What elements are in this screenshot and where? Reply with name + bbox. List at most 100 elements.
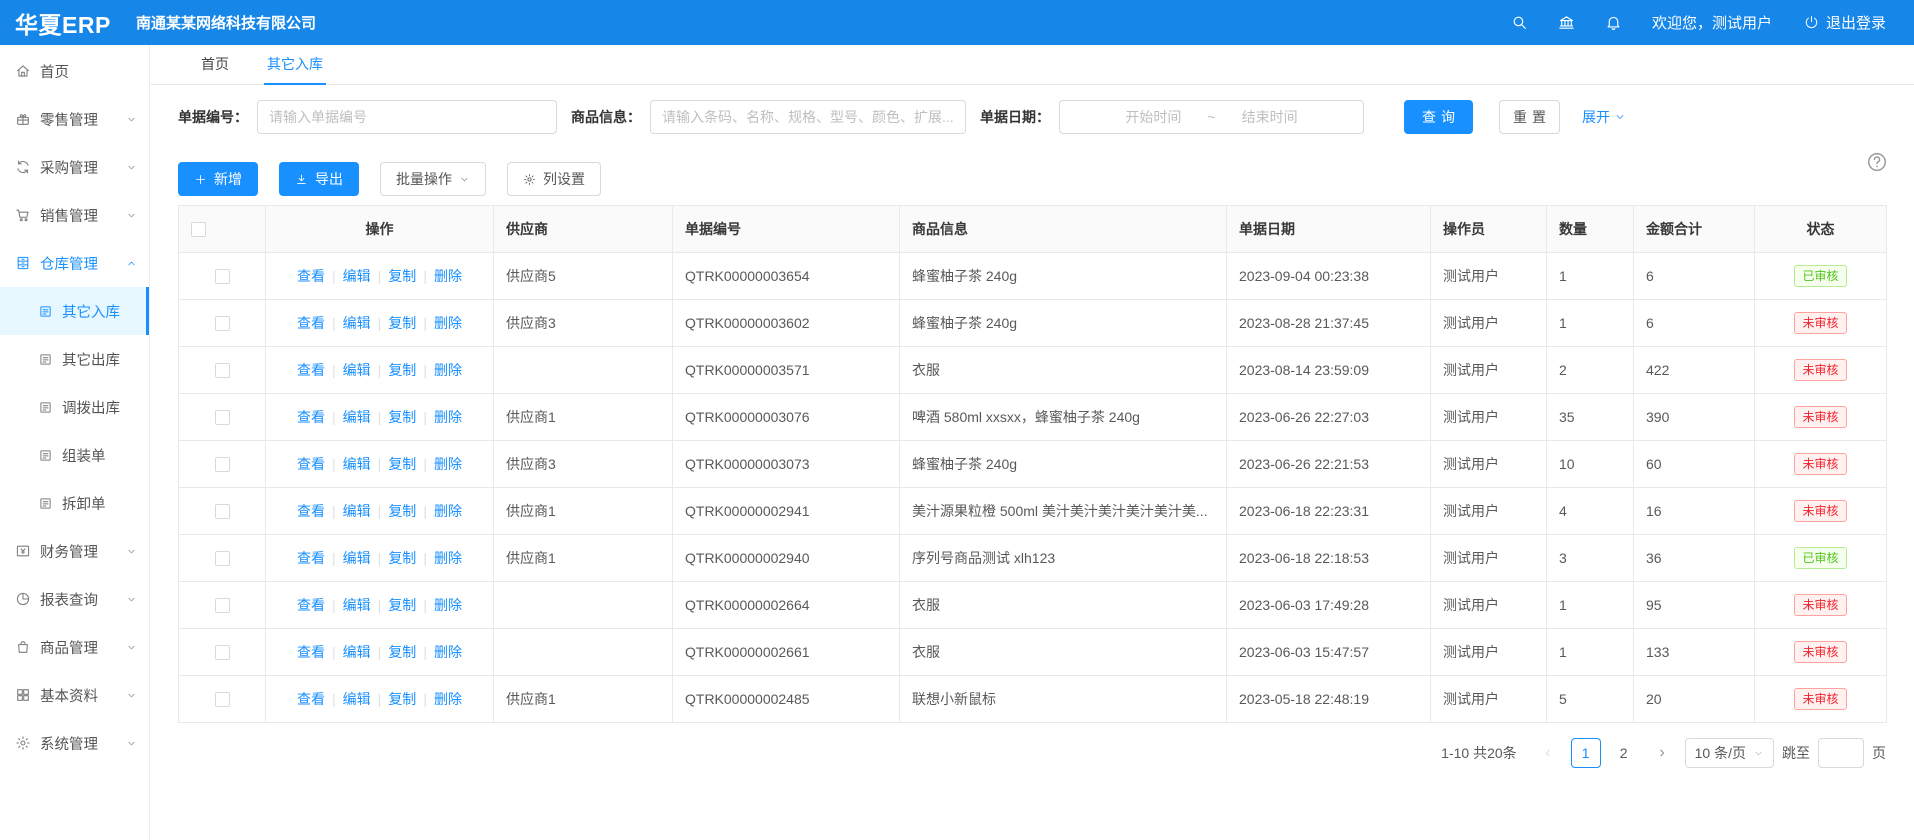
row-action-edit[interactable]: 编辑 [343, 644, 371, 660]
question-icon[interactable] [1866, 151, 1888, 173]
sidebar-item-disassembly[interactable]: 拆卸单 [0, 479, 149, 527]
material-input[interactable] [650, 100, 966, 134]
bell-icon[interactable] [1605, 14, 1622, 31]
row-action-view[interactable]: 查看 [297, 315, 325, 331]
row-action-copy[interactable]: 复制 [388, 409, 416, 425]
row-action-edit[interactable]: 编辑 [343, 362, 371, 378]
row-action-copy[interactable]: 复制 [388, 550, 416, 566]
sidebar-item-goods[interactable]: 商品管理 [0, 623, 149, 671]
sidebar-item-label: 销售管理 [40, 205, 98, 226]
bank-icon[interactable] [1558, 14, 1575, 31]
row-action-delete[interactable]: 删除 [434, 409, 462, 425]
row-action-copy[interactable]: 复制 [388, 362, 416, 378]
row-action-view[interactable]: 查看 [297, 409, 325, 425]
page-size-select[interactable]: 10 条/页 [1685, 738, 1774, 768]
row-action-view[interactable]: 查看 [297, 503, 325, 519]
row-action-edit[interactable]: 编辑 [343, 503, 371, 519]
batch-actions-button[interactable]: 批量操作 [380, 162, 486, 196]
row-checkbox[interactable] [215, 363, 230, 378]
row-action-edit[interactable]: 编辑 [343, 268, 371, 284]
row-action-view[interactable]: 查看 [297, 268, 325, 284]
row-action-edit[interactable]: 编辑 [343, 550, 371, 566]
bill-no-input[interactable] [257, 100, 557, 134]
row-checkbox[interactable] [215, 504, 230, 519]
row-action-delete[interactable]: 删除 [434, 691, 462, 707]
row-checkbox[interactable] [215, 410, 230, 425]
row-action-delete[interactable]: 删除 [434, 456, 462, 472]
row-action-delete[interactable]: 删除 [434, 362, 462, 378]
tab-home[interactable]: 首页 [198, 45, 232, 85]
row-action-edit[interactable]: 编辑 [343, 691, 371, 707]
row-action-delete[interactable]: 删除 [434, 597, 462, 613]
reset-button[interactable]: 重置 [1499, 100, 1560, 134]
row-action-view[interactable]: 查看 [297, 644, 325, 660]
row-action-copy[interactable]: 复制 [388, 315, 416, 331]
sidebar-item-system[interactable]: 系统管理 [0, 719, 149, 767]
table-row: 查看|编辑|复制|删除供应商1QTRK00000003076啤酒 580ml x… [179, 394, 1887, 441]
cell-actions: 查看|编辑|复制|删除 [266, 441, 494, 488]
sidebar-item-sales[interactable]: 销售管理 [0, 191, 149, 239]
row-action-copy[interactable]: 复制 [388, 503, 416, 519]
row-action-view[interactable]: 查看 [297, 550, 325, 566]
row-checkbox[interactable] [215, 692, 230, 707]
search-button[interactable]: 查询 [1404, 100, 1473, 134]
date-range-input[interactable]: 开始时间 ~ 结束时间 [1059, 100, 1364, 134]
row-checkbox[interactable] [215, 269, 230, 284]
expand-link[interactable]: 展开 [1582, 107, 1626, 127]
sidebar-item-warehouse[interactable]: 仓库管理 [0, 239, 149, 287]
row-action-delete[interactable]: 删除 [434, 315, 462, 331]
column-settings-button[interactable]: 列设置 [507, 162, 601, 196]
page-button-1[interactable]: 1 [1571, 738, 1601, 768]
row-action-delete[interactable]: 删除 [434, 268, 462, 284]
table-row: 查看|编辑|复制|删除QTRK00000003571衣服2023-08-14 2… [179, 347, 1887, 394]
tab-other-inbound[interactable]: 其它入库 [264, 45, 326, 85]
row-action-edit[interactable]: 编辑 [343, 409, 371, 425]
row-checkbox[interactable] [215, 316, 230, 331]
row-checkbox[interactable] [215, 457, 230, 472]
row-action-edit[interactable]: 编辑 [343, 597, 371, 613]
sidebar-item-allocation-outbound[interactable]: 调拨出库 [0, 383, 149, 431]
row-action-view[interactable]: 查看 [297, 456, 325, 472]
cell-product: 啤酒 580ml xxsxx，蜂蜜柚子茶 240g [900, 394, 1227, 441]
sidebar-item-other-inbound[interactable]: 其它入库 [0, 287, 149, 335]
sidebar-item-assembly[interactable]: 组装单 [0, 431, 149, 479]
row-action-view[interactable]: 查看 [297, 362, 325, 378]
sidebar-item-retail[interactable]: 零售管理 [0, 95, 149, 143]
row-checkbox[interactable] [215, 551, 230, 566]
row-checkbox[interactable] [215, 645, 230, 660]
row-action-delete[interactable]: 删除 [434, 550, 462, 566]
sidebar-item-report[interactable]: 报表查询 [0, 575, 149, 623]
sidebar-item-home[interactable]: 首页 [0, 47, 149, 95]
row-action-copy[interactable]: 复制 [388, 456, 416, 472]
jump-page-input[interactable] [1818, 738, 1864, 768]
row-action-edit[interactable]: 编辑 [343, 456, 371, 472]
row-action-copy[interactable]: 复制 [388, 691, 416, 707]
row-action-copy[interactable]: 复制 [388, 268, 416, 284]
cell-operator: 测试用户 [1431, 300, 1547, 347]
cell-amount: 60 [1634, 441, 1755, 488]
page-button-2[interactable]: 2 [1609, 738, 1639, 768]
row-action-copy[interactable]: 复制 [388, 597, 416, 613]
sidebar-item-basic[interactable]: 基本资料 [0, 671, 149, 719]
select-all-checkbox[interactable] [191, 222, 206, 237]
row-action-edit[interactable]: 编辑 [343, 315, 371, 331]
add-button[interactable]: 新增 [178, 162, 258, 196]
row-action-copy[interactable]: 复制 [388, 644, 416, 660]
cell-status: 已审核 [1755, 253, 1887, 300]
row-action-view[interactable]: 查看 [297, 691, 325, 707]
row-action-delete[interactable]: 删除 [434, 503, 462, 519]
export-button[interactable]: 导出 [279, 162, 359, 196]
prev-page-button[interactable] [1533, 738, 1563, 768]
sidebar-item-finance[interactable]: 财务管理 [0, 527, 149, 575]
row-checkbox[interactable] [215, 598, 230, 613]
sidebar-item-other-outbound[interactable]: 其它出库 [0, 335, 149, 383]
cell-product: 衣服 [900, 582, 1227, 629]
row-action-delete[interactable]: 删除 [434, 644, 462, 660]
next-page-button[interactable] [1647, 738, 1677, 768]
search-icon[interactable] [1511, 14, 1528, 31]
cell-amount: 6 [1634, 253, 1755, 300]
sidebar-item-purchase[interactable]: 采购管理 [0, 143, 149, 191]
chevron-down-icon [126, 594, 137, 605]
logout-button[interactable]: 退出登录 [1804, 12, 1886, 33]
row-action-view[interactable]: 查看 [297, 597, 325, 613]
